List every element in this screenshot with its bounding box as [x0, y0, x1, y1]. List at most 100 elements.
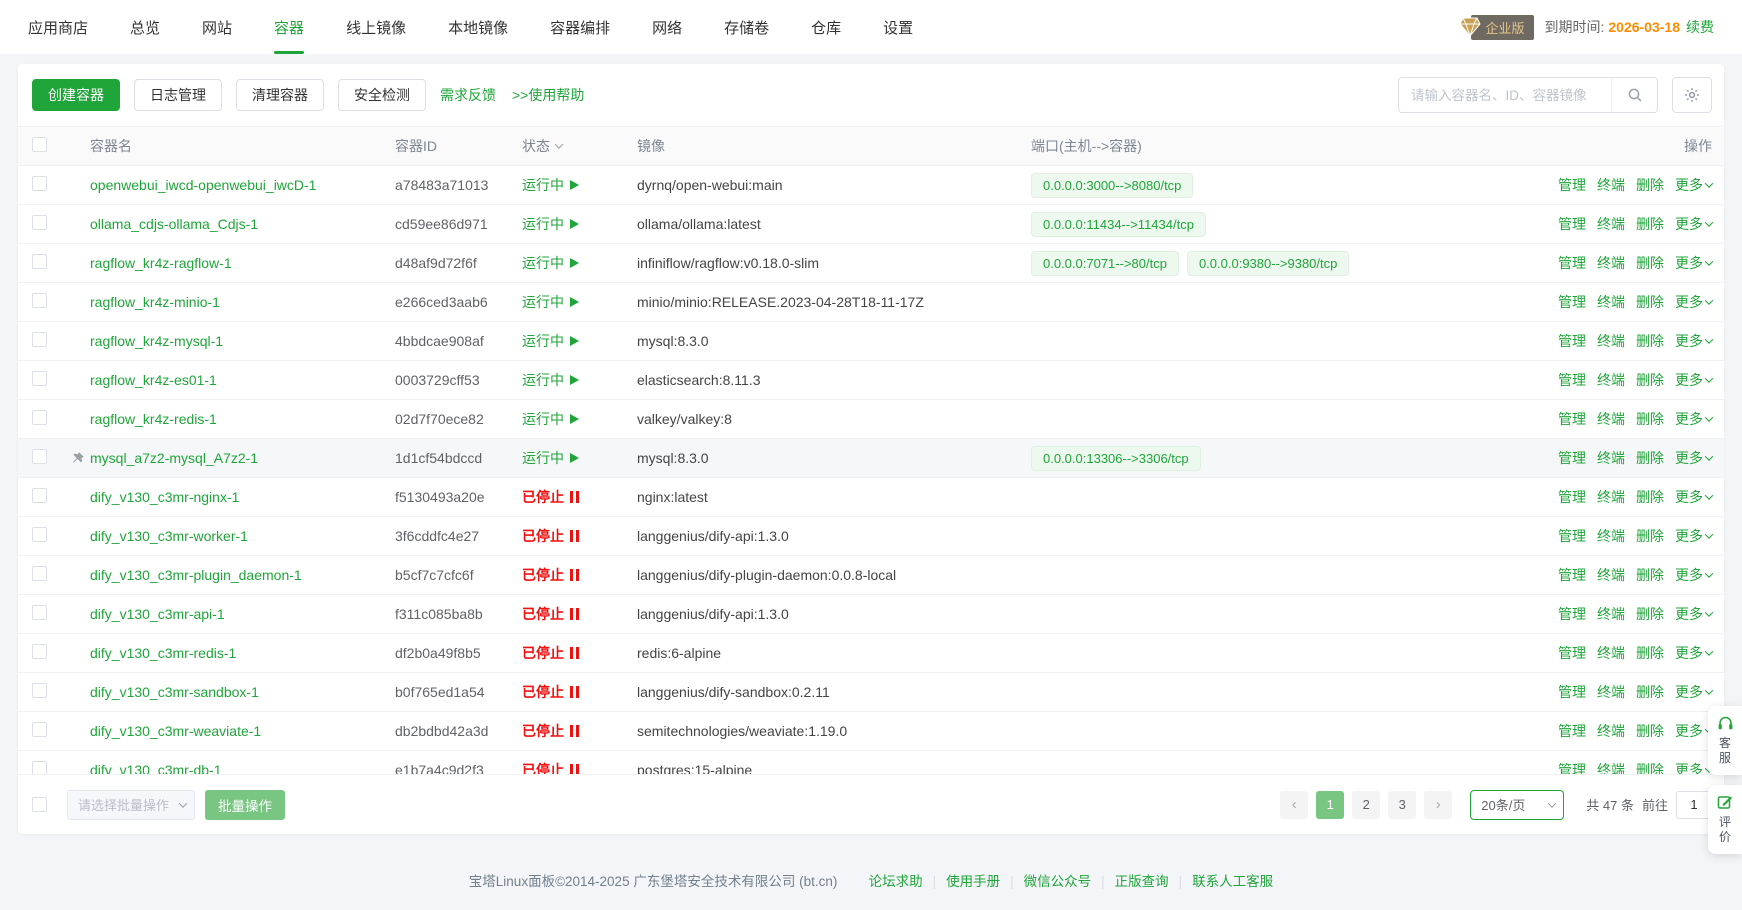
page-button-1[interactable]: 1 [1316, 791, 1344, 819]
manage-link[interactable]: 管理 [1558, 487, 1586, 507]
delete-link[interactable]: 删除 [1636, 448, 1664, 468]
play-icon[interactable] [570, 336, 579, 346]
create-container-button[interactable]: 创建容器 [32, 79, 120, 111]
container-name-link[interactable]: dify_v130_c3mr-sandbox-1 [90, 684, 395, 700]
more-link[interactable]: 更多 [1675, 370, 1712, 390]
more-link[interactable]: 更多 [1675, 331, 1712, 351]
footer-link-使用手册[interactable]: 使用手册 [946, 874, 1000, 889]
container-name-link[interactable]: mysql_a7z2-mysql_A7z2-1 [90, 450, 395, 466]
pause-icon[interactable] [570, 530, 579, 542]
more-link[interactable]: 更多 [1675, 253, 1712, 273]
delete-link[interactable]: 删除 [1636, 721, 1664, 741]
terminal-link[interactable]: 终端 [1597, 604, 1625, 624]
terminal-link[interactable]: 终端 [1597, 253, 1625, 273]
footer-link-联系人工客服[interactable]: 联系人工客服 [1192, 874, 1273, 889]
next-page-button[interactable]: › [1424, 791, 1452, 819]
log-manage-button[interactable]: 日志管理 [134, 79, 222, 111]
delete-link[interactable]: 删除 [1636, 253, 1664, 273]
container-name-link[interactable]: dify_v130_c3mr-db-1 [90, 762, 395, 774]
tab-总览[interactable]: 总览 [130, 0, 160, 54]
search-icon[interactable] [1611, 78, 1657, 112]
more-link[interactable]: 更多 [1675, 604, 1712, 624]
delete-link[interactable]: 删除 [1636, 370, 1664, 390]
security-check-button[interactable]: 安全检测 [338, 79, 426, 111]
container-name-link[interactable]: openwebui_iwcd-openwebui_iwcD-1 [90, 177, 395, 193]
page-size-select[interactable]: 20条/页 [1470, 790, 1564, 820]
delete-link[interactable]: 删除 [1636, 565, 1664, 585]
terminal-link[interactable]: 终端 [1597, 409, 1625, 429]
more-link[interactable]: 更多 [1675, 526, 1712, 546]
row-checkbox[interactable] [32, 215, 47, 230]
manage-link[interactable]: 管理 [1558, 604, 1586, 624]
manage-link[interactable]: 管理 [1558, 292, 1586, 312]
container-name-link[interactable]: dify_v130_c3mr-weaviate-1 [90, 723, 395, 739]
footer-link-微信公众号[interactable]: 微信公众号 [1024, 874, 1092, 889]
container-name-link[interactable]: ragflow_kr4z-minio-1 [90, 294, 395, 310]
help-link[interactable]: >>使用帮助 [512, 85, 584, 105]
batch-action-select[interactable]: 请选择批量操作 [67, 790, 195, 820]
review-button[interactable]: 评价 [1708, 785, 1742, 854]
container-name-link[interactable]: dify_v130_c3mr-api-1 [90, 606, 395, 622]
clean-container-button[interactable]: 清理容器 [236, 79, 324, 111]
tab-设置[interactable]: 设置 [883, 0, 913, 54]
delete-link[interactable]: 删除 [1636, 760, 1664, 774]
footer-link-论坛求助[interactable]: 论坛求助 [869, 874, 923, 889]
footer-link-正版查询[interactable]: 正版查询 [1115, 874, 1169, 889]
pause-icon[interactable] [570, 764, 579, 774]
row-checkbox[interactable] [32, 293, 47, 308]
row-checkbox[interactable] [32, 761, 47, 774]
row-checkbox[interactable] [32, 449, 47, 464]
more-link[interactable]: 更多 [1675, 448, 1712, 468]
batch-apply-button[interactable]: 批量操作 [205, 790, 285, 820]
row-checkbox[interactable] [32, 332, 47, 347]
select-all-checkbox[interactable] [32, 137, 47, 152]
more-link[interactable]: 更多 [1675, 487, 1712, 507]
row-checkbox[interactable] [32, 254, 47, 269]
row-checkbox[interactable] [32, 371, 47, 386]
delete-link[interactable]: 删除 [1636, 214, 1664, 234]
container-name-link[interactable]: dify_v130_c3mr-plugin_daemon-1 [90, 567, 395, 583]
more-link[interactable]: 更多 [1675, 565, 1712, 585]
page-button-3[interactable]: 3 [1388, 791, 1416, 819]
manage-link[interactable]: 管理 [1558, 526, 1586, 546]
terminal-link[interactable]: 终端 [1597, 760, 1625, 774]
terminal-link[interactable]: 终端 [1597, 331, 1625, 351]
delete-link[interactable]: 删除 [1636, 487, 1664, 507]
pause-icon[interactable] [570, 569, 579, 581]
terminal-link[interactable]: 终端 [1597, 721, 1625, 741]
terminal-link[interactable]: 终端 [1597, 526, 1625, 546]
tab-本地镜像[interactable]: 本地镜像 [448, 0, 508, 54]
pause-icon[interactable] [570, 725, 579, 737]
play-icon[interactable] [570, 297, 579, 307]
more-link[interactable]: 更多 [1675, 721, 1712, 741]
more-link[interactable]: 更多 [1675, 682, 1712, 702]
container-name-link[interactable]: ragflow_kr4z-mysql-1 [90, 333, 395, 349]
manage-link[interactable]: 管理 [1558, 370, 1586, 390]
delete-link[interactable]: 删除 [1636, 292, 1664, 312]
delete-link[interactable]: 删除 [1636, 409, 1664, 429]
tab-容器[interactable]: 容器 [274, 0, 304, 54]
container-name-link[interactable]: dify_v130_c3mr-nginx-1 [90, 489, 395, 505]
play-icon[interactable] [570, 258, 579, 268]
page-button-2[interactable]: 2 [1352, 791, 1380, 819]
more-link[interactable]: 更多 [1675, 175, 1712, 195]
pause-icon[interactable] [570, 608, 579, 620]
container-name-link[interactable]: dify_v130_c3mr-redis-1 [90, 645, 395, 661]
terminal-link[interactable]: 终端 [1597, 370, 1625, 390]
terminal-link[interactable]: 终端 [1597, 448, 1625, 468]
terminal-link[interactable]: 终端 [1597, 565, 1625, 585]
delete-link[interactable]: 删除 [1636, 643, 1664, 663]
container-name-link[interactable]: ollama_cdjs-ollama_Cdjs-1 [90, 216, 395, 232]
terminal-link[interactable]: 终端 [1597, 175, 1625, 195]
play-icon[interactable] [570, 414, 579, 424]
container-name-link[interactable]: ragflow_kr4z-ragflow-1 [90, 255, 395, 271]
terminal-link[interactable]: 终端 [1597, 643, 1625, 663]
row-checkbox[interactable] [32, 410, 47, 425]
customer-service-button[interactable]: 客服 [1708, 706, 1742, 775]
manage-link[interactable]: 管理 [1558, 760, 1586, 774]
row-checkbox[interactable] [32, 527, 47, 542]
renew-link[interactable]: 续费 [1686, 17, 1714, 37]
search-input[interactable] [1399, 78, 1611, 112]
tab-仓库[interactable]: 仓库 [811, 0, 841, 54]
pause-icon[interactable] [570, 491, 579, 503]
